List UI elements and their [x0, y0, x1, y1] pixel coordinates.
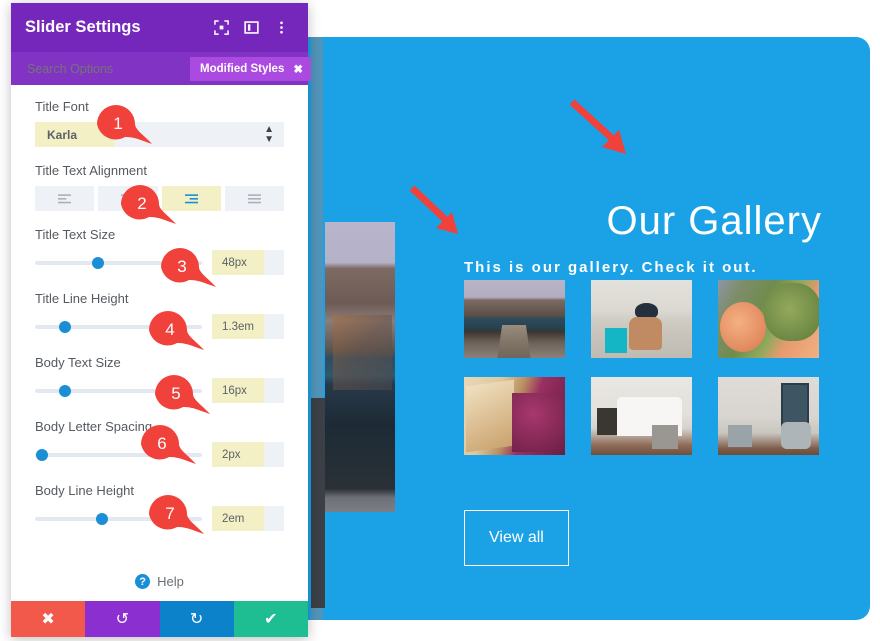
panel-search-row: Modified Styles ✖ — [11, 52, 311, 85]
help-icon: ? — [135, 574, 151, 589]
value-text: 48px — [222, 256, 247, 269]
cancel-button[interactable]: ✖ — [11, 601, 86, 637]
field-title-text-size: Title Text Size 48px — [35, 227, 284, 275]
field-body-line-height: Body Line Height 2em — [35, 483, 284, 531]
title-line-height-input[interactable]: 1.3em — [212, 314, 284, 339]
thumb-white-bedroom[interactable] — [591, 377, 692, 455]
body-line-height-slider[interactable] — [35, 512, 202, 525]
field-label: Body Text Size — [35, 355, 121, 370]
value-text: 2em — [222, 512, 245, 525]
focus-target-icon[interactable] — [208, 15, 234, 41]
annotation-arrow-subtitle — [409, 185, 458, 234]
field-label: Title Text Size — [35, 227, 116, 242]
body-text-size-input[interactable]: 16px — [212, 378, 284, 403]
field-label: Body Line Height — [35, 483, 135, 498]
field-label: Title Line Height — [35, 291, 129, 306]
title-text-size-slider[interactable] — [35, 256, 202, 269]
title-text-size-input[interactable]: 48px — [212, 250, 284, 275]
layout-panel-icon[interactable] — [238, 15, 264, 41]
slider-thumb[interactable] — [35, 448, 48, 461]
slider-row: 1.3em — [35, 314, 284, 339]
body-line-height-input[interactable]: 2em — [212, 506, 284, 531]
slider-thumb[interactable] — [59, 384, 72, 397]
field-title-font: Title Font Karla ▲ ▼ — [35, 99, 284, 147]
align-justify-button[interactable] — [224, 186, 284, 211]
field-body-text-size: Body Text Size 16px — [35, 355, 284, 403]
preview-gallery-grid — [464, 280, 824, 474]
preview-gallery-title: Our Gallery — [606, 199, 822, 243]
view-all-button[interactable]: View all — [464, 510, 569, 566]
slider-row: 2px — [35, 442, 284, 467]
field-label: Body Letter Spacing — [35, 419, 153, 434]
body-text-size-slider[interactable] — [35, 384, 202, 397]
panel-title: Slider Settings — [25, 18, 141, 36]
search-input[interactable] — [25, 60, 190, 77]
preview-gallery-subtitle: This is our gallery. Check it out. — [464, 259, 758, 276]
title-font-select[interactable]: Karla ▲ ▼ — [35, 122, 284, 147]
thumb-peaches-artichokes[interactable] — [718, 280, 819, 358]
gallery-row — [464, 280, 824, 358]
align-left-button[interactable] — [35, 186, 95, 211]
panel-action-bar: ✖ ↺ ↻ ✔ — [11, 601, 308, 637]
preview-hero-photo — [325, 222, 395, 512]
title-line-height-slider[interactable] — [35, 320, 202, 333]
panel-body: Title Font Karla ▲ ▼ Title Text Alignment — [11, 85, 308, 601]
field-title-line-height: Title Line Height 1.3em — [35, 291, 284, 339]
undo-button[interactable]: ↺ — [85, 601, 160, 637]
thumb-living-room-mirror[interactable] — [718, 377, 819, 455]
alignment-button-group — [35, 186, 284, 211]
value-text: 1.3em — [222, 320, 254, 333]
chevron-updown-icon: ▲ ▼ — [264, 123, 274, 145]
value-text: 16px — [222, 384, 247, 397]
preview-scrollbar[interactable] — [311, 398, 325, 608]
slider-row: 2em — [35, 506, 284, 531]
align-center-button[interactable] — [98, 186, 158, 211]
gallery-row — [464, 377, 824, 455]
slider-thumb[interactable] — [95, 512, 108, 525]
slider-row: 16px — [35, 378, 284, 403]
thumb-produce-crates[interactable] — [464, 377, 565, 455]
field-label: Title Text Alignment — [35, 163, 147, 178]
slider-thumb[interactable] — [92, 256, 105, 269]
help-link[interactable]: ? Help — [11, 574, 308, 589]
body-letter-spacing-input[interactable]: 2px — [212, 442, 284, 467]
value-text: 2px — [222, 448, 241, 461]
field-title-text-alignment: Title Text Alignment — [35, 163, 284, 211]
redo-button[interactable]: ↻ — [159, 601, 234, 637]
thumb-person-reading-hat[interactable] — [591, 280, 692, 358]
save-button[interactable]: ✔ — [233, 601, 308, 637]
align-right-button[interactable] — [161, 186, 221, 211]
field-label: Title Font — [35, 99, 89, 114]
slider-settings-panel[interactable]: Slider Settings Modified Styles ✖ — [11, 3, 311, 637]
help-label: Help — [157, 574, 184, 589]
slider-thumb[interactable] — [59, 320, 72, 333]
thumb-dock-mountain-lake[interactable] — [464, 280, 565, 358]
modified-styles-label: Modified Styles — [200, 62, 285, 75]
slider-row: 48px — [35, 250, 284, 275]
body-letter-spacing-slider[interactable] — [35, 448, 202, 461]
title-font-value: Karla — [47, 127, 78, 142]
annotation-arrow-title — [569, 99, 626, 154]
modified-styles-badge[interactable]: Modified Styles ✖ — [190, 56, 311, 81]
field-body-letter-spacing: Body Letter Spacing 2px — [35, 419, 284, 467]
close-icon[interactable]: ✖ — [293, 62, 303, 76]
more-options-icon[interactable] — [268, 15, 294, 41]
panel-header: Slider Settings — [11, 3, 308, 52]
